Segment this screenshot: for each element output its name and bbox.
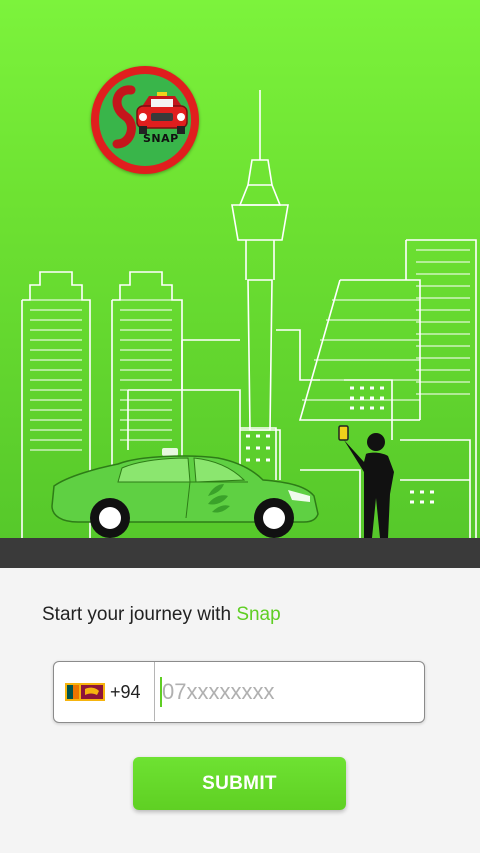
country-code-selector[interactable]: +94: [54, 662, 155, 721]
road: [0, 538, 480, 568]
hero-illustration: SNAP: [0, 0, 480, 568]
phone-number-field: +94: [53, 661, 425, 723]
logo-text: SNAP: [143, 132, 179, 145]
submit-button[interactable]: SUBMIT: [133, 757, 346, 810]
snap-logo: SNAP: [91, 66, 199, 174]
country-code: +94: [110, 682, 141, 702]
taxi-car-icon: [51, 448, 319, 538]
sri-lanka-flag-icon: [65, 683, 105, 701]
tagline: Start your journey with Snap: [42, 604, 281, 626]
person-hailing-icon: [338, 425, 394, 538]
tagline-text: Start your journey with: [42, 604, 237, 625]
tagline-brand: Snap: [236, 604, 281, 625]
phone-input[interactable]: [158, 672, 418, 712]
